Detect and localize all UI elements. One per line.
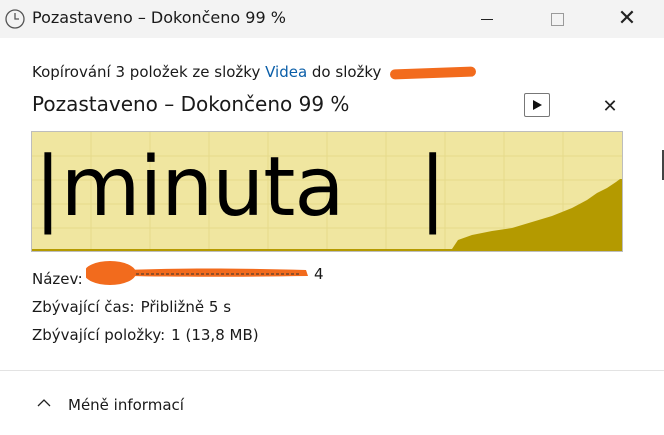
redacted-destination	[390, 66, 477, 79]
close-icon: ✕	[617, 6, 637, 31]
time-value: Přibližně 5 s	[140, 298, 232, 316]
maximize-icon	[550, 12, 564, 26]
minimize-icon	[481, 18, 493, 20]
chevron-up-icon[interactable]	[36, 395, 52, 411]
transfer-speed-graph: |minuta |	[31, 131, 623, 252]
cancel-icon: ✕	[602, 95, 618, 117]
detail-remaining-time: Zbývající čas: Přibližně 5 s	[32, 298, 231, 316]
copy-description: Kopírování 3 položek ze složky Videa do …	[32, 63, 477, 81]
window-title: Pozastaveno – Dokončeno 99 %	[32, 8, 286, 27]
source-folder-link[interactable]: Videa	[265, 63, 307, 81]
detail-name: Název:	[32, 270, 83, 288]
items-value: 1 (13,8 MB)	[171, 326, 259, 344]
name-label: Název:	[32, 270, 83, 288]
play-icon	[533, 100, 542, 110]
maximize-button[interactable]	[534, 0, 580, 38]
detail-remaining-items: Zbývající položky: 1 (13,8 MB)	[32, 326, 259, 344]
close-window-button[interactable]: ✕	[604, 0, 650, 38]
copy-progress-dialog: Pozastaveno – Dokončeno 99 % ✕ Kopírován…	[0, 0, 664, 435]
redacted-filename: 4	[86, 261, 324, 285]
copy-middle: do složky	[307, 63, 387, 81]
resume-button[interactable]	[524, 93, 550, 117]
status-title: Pozastaveno – Dokončeno 99 %	[32, 92, 350, 116]
speed-label: |minuta |	[34, 140, 446, 235]
minimize-button[interactable]	[464, 0, 510, 38]
title-bar: Pozastaveno – Dokončeno 99 % ✕	[0, 0, 664, 38]
clock-icon	[4, 8, 26, 30]
cancel-button[interactable]: ✕	[598, 94, 622, 118]
divider	[0, 370, 664, 371]
less-info-toggle[interactable]: Méně informací	[68, 396, 184, 414]
time-label: Zbývající čas:	[32, 298, 135, 316]
name-suffix: 4	[314, 265, 324, 283]
copy-prefix: Kopírování 3 položek ze složky	[32, 63, 266, 81]
items-label: Zbývající položky:	[32, 326, 166, 344]
